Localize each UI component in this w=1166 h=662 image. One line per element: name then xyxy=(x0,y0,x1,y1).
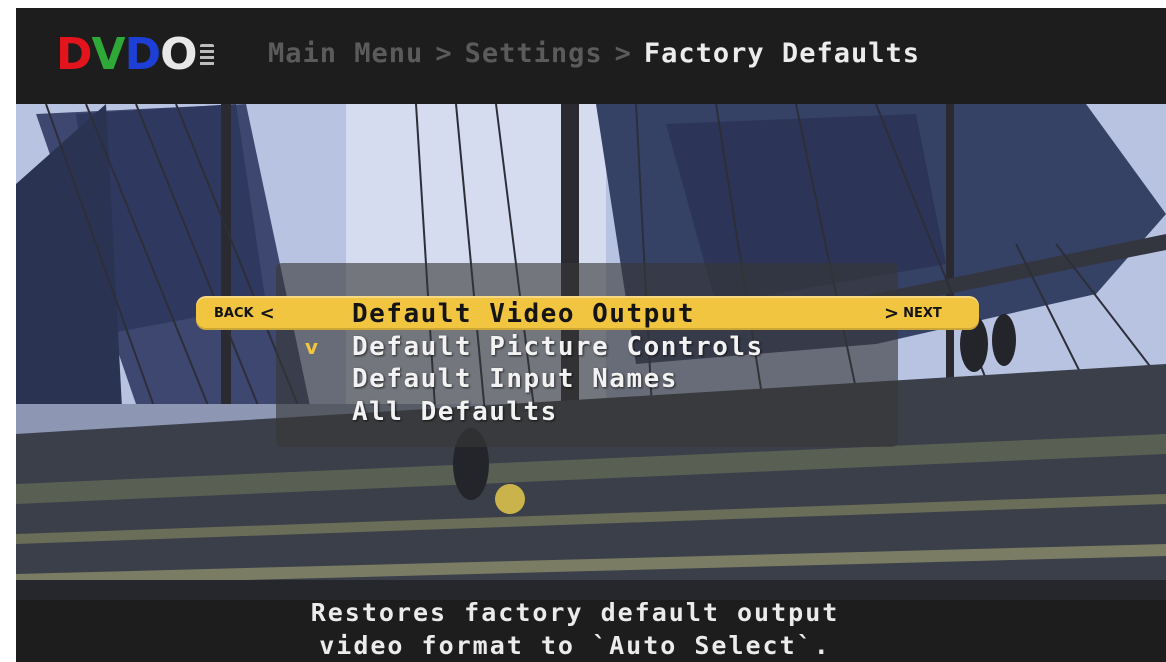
breadcrumb-separator: > xyxy=(614,38,632,69)
dvdo-logo: D V D O xyxy=(56,28,214,80)
next-button-label: NEXT xyxy=(903,305,942,321)
menu-item-default-video-output[interactable]: Default Video Output xyxy=(352,298,695,330)
breadcrumb-factory-defaults: Factory Defaults xyxy=(643,38,920,69)
breadcrumb-settings[interactable]: Settings xyxy=(465,38,603,69)
logo-letter-d2: D xyxy=(124,28,162,80)
description-line-2: video format to `Auto Select`. xyxy=(319,631,831,660)
header-bar: D V D O Main Menu > Settings > Factory Defau… xyxy=(16,8,1166,104)
breadcrumb-main-menu[interactable]: Main Menu xyxy=(268,38,423,69)
logo-letter-v: V xyxy=(91,28,126,80)
chevron-left-icon: < xyxy=(259,302,275,324)
breadcrumb: Main Menu > Settings > Factory Defaults xyxy=(268,38,920,69)
logo-letter-d1: D xyxy=(56,28,93,80)
back-button-label: BACK xyxy=(214,305,254,321)
menu-item-all-defaults[interactable]: All Defaults xyxy=(352,396,558,428)
checkmark-icon: v xyxy=(305,335,319,359)
chevron-right-icon: > xyxy=(884,302,900,324)
description-line-1: Restores factory default output xyxy=(310,598,840,627)
menu-item-default-picture-controls[interactable]: Default Picture Controls xyxy=(352,331,764,363)
logo-letter-o: O xyxy=(160,28,197,80)
back-button[interactable]: BACK < xyxy=(214,301,275,325)
breadcrumb-separator: > xyxy=(435,38,453,69)
next-button[interactable]: > NEXT xyxy=(884,301,942,325)
logo-badge-icon xyxy=(199,44,214,66)
menu-item-default-input-names[interactable]: Default Input Names xyxy=(352,363,678,395)
